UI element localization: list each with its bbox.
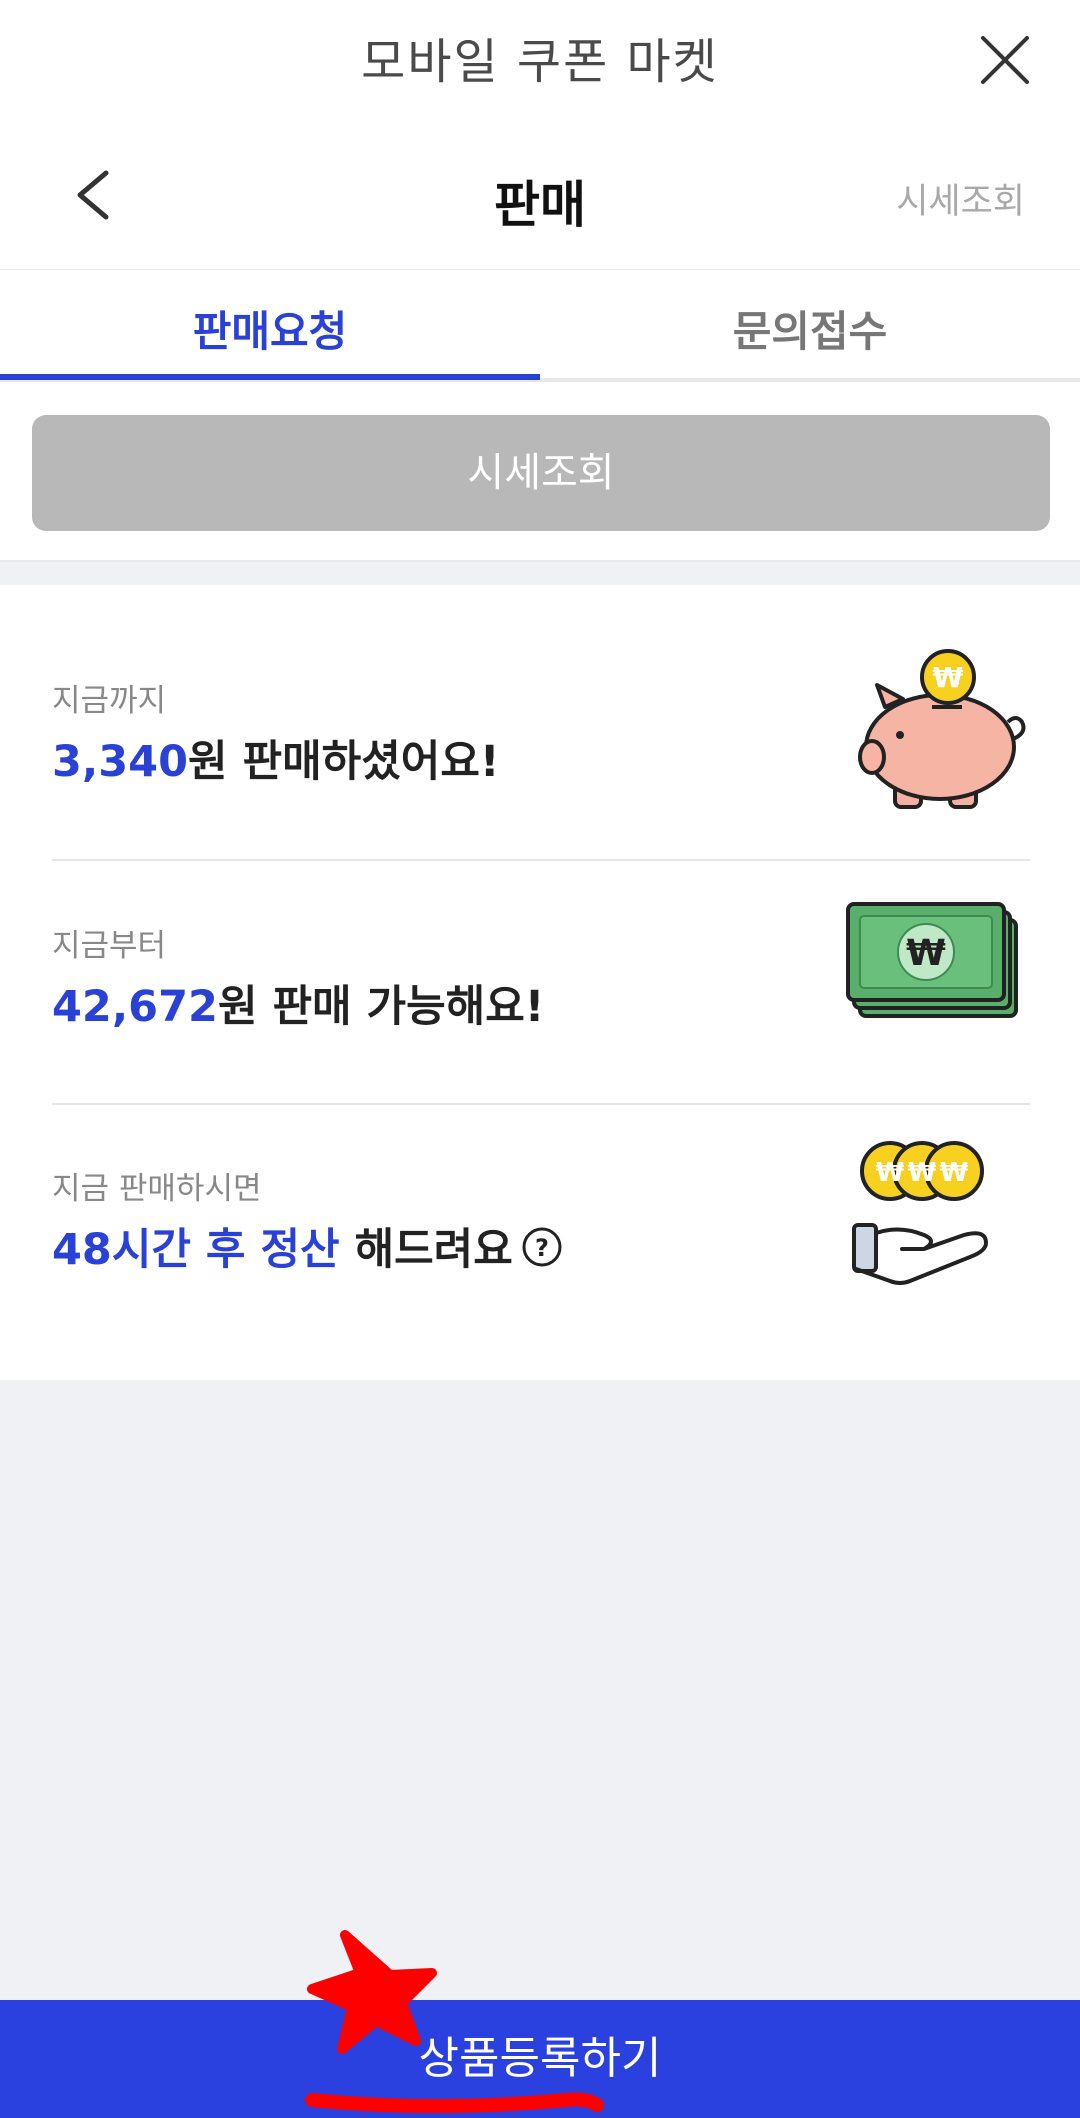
svg-text:₩: ₩ <box>906 933 946 974</box>
svg-text:₩: ₩ <box>940 1158 969 1188</box>
tab-bar: 판매요청 문의접수 <box>0 270 1080 382</box>
cash-stack-icon: ₩ <box>840 890 1030 1070</box>
divider <box>52 1103 1030 1105</box>
tab-sell-request[interactable]: 판매요청 <box>0 270 540 378</box>
active-tab-indicator <box>0 374 540 380</box>
available-amount: 42,672 <box>52 982 218 1032</box>
svg-text:₩: ₩ <box>933 661 964 694</box>
row-subtitle: 지금 판매하시면 <box>52 1171 262 1207</box>
piggy-bank-icon: ₩ <box>840 645 1030 825</box>
row-main-text: 42,672원 판매 가능해요! <box>52 972 544 1034</box>
window-bar: 모바일 쿠폰 마켓 <box>0 0 1080 115</box>
close-icon[interactable] <box>975 30 1035 90</box>
page-header: 판매 시세조회 <box>0 115 1080 270</box>
available-amount-row: 지금부터 42,672원 판매 가능해요! ₩ <box>52 890 1030 1134</box>
sold-so-far-row: 지금까지 3,340원 판매하셨어요! ₩ <box>52 645 1030 889</box>
row-text: 원 판매하셨어요! <box>188 737 500 787</box>
row-main-text: 48시간 후 정산 해드려요? <box>52 1215 563 1277</box>
sold-amount: 3,340 <box>52 737 189 787</box>
settlement-row: 지금 판매하시면 48시간 후 정산 해드려요? ₩ ₩ ₩ <box>52 1133 1030 1377</box>
sales-info-card: 지금까지 3,340원 판매하셨어요! ₩ 지금부터 42,672원 판매 가능… <box>0 585 1080 1380</box>
hand-coins-icon: ₩ ₩ ₩ <box>840 1133 1030 1313</box>
svg-text:?: ? <box>535 1234 549 1262</box>
svg-text:₩: ₩ <box>908 1158 937 1188</box>
window-title: 모바일 쿠폰 마켓 <box>361 34 719 90</box>
svg-text:₩: ₩ <box>876 1158 905 1188</box>
row-text: 원 판매 가능해요! <box>217 982 545 1032</box>
register-product-button[interactable]: 상품등록하기 <box>0 2000 1080 2118</box>
price-check-button[interactable]: 시세조회 <box>32 415 1050 531</box>
row-main-text: 3,340원 판매하셨어요! <box>52 727 500 789</box>
question-circle-icon[interactable]: ? <box>521 1226 563 1268</box>
price-check-link[interactable]: 시세조회 <box>896 173 1025 224</box>
price-check-section: 시세조회 <box>0 382 1080 562</box>
row-subtitle: 지금까지 <box>52 683 167 719</box>
row-subtitle: 지금부터 <box>52 928 167 964</box>
divider <box>52 859 1030 861</box>
tab-inquiry[interactable]: 문의접수 <box>540 270 1080 378</box>
settlement-time: 48시간 후 정산 <box>52 1225 340 1275</box>
row-text: 해드려요 <box>339 1225 513 1275</box>
